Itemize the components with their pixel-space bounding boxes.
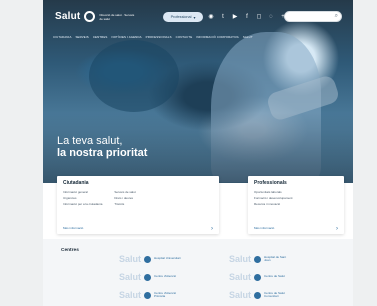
chevron-down-icon: ▾: [193, 15, 196, 20]
nav-item-contacte[interactable]: Contacte: [176, 35, 193, 39]
centre-mark-icon: [144, 255, 152, 263]
card-links: Informació general Serveis de salut Urgè…: [63, 190, 154, 206]
search-box[interactable]: ⌕: [284, 11, 342, 28]
centre-name: Centre de Salut: [264, 274, 285, 279]
card-link[interactable]: Recerca i innovació: [254, 202, 293, 206]
twitter-icon[interactable]: t: [219, 13, 227, 21]
card-title: Ciutadania: [63, 180, 89, 186]
centre-logo-text: Salut: [119, 254, 142, 264]
card-title: Professionals: [254, 180, 287, 186]
card-ciutadania: Ciutadania Informació general Serveis de…: [57, 176, 219, 234]
youtube-icon[interactable]: ▶: [231, 13, 239, 21]
card-link[interactable]: Oportunitats laborals: [254, 190, 293, 194]
centre-name: Centre d'Atenció: [154, 274, 177, 279]
centre-mark-icon: [144, 291, 152, 299]
nav-item-professionals[interactable]: Professionals: [146, 35, 172, 39]
centre-name: Centre de Salut Comunitari: [264, 290, 285, 298]
card-link[interactable]: Serveis de salut: [114, 190, 153, 194]
instagram-icon[interactable]: ◻: [255, 13, 263, 21]
nav-item-ciutadania[interactable]: Ciutadania: [53, 35, 72, 39]
centre-logo[interactable]: Salut Hospital Universitari: [119, 254, 182, 264]
nav-item-noticies[interactable]: Notícies i agenda: [111, 35, 141, 39]
centre-name: Hospital Universitari: [154, 256, 181, 261]
centre-mark-icon: [254, 255, 262, 263]
centre-logo[interactable]: Salut Centre d'Atenció: [119, 272, 182, 282]
nav-item-salut[interactable]: Salut: [243, 35, 253, 39]
card-link[interactable]: Drets i deures: [114, 196, 153, 200]
card-link[interactable]: Formació i desenvolupament: [254, 196, 293, 200]
more-info-link[interactable]: Més informació: [63, 226, 83, 230]
hero-heading: La teva salut, la nostra prioritat: [57, 135, 147, 159]
search-icon[interactable]: ⌕: [335, 13, 338, 20]
profile-switch-label: Professional: [170, 15, 192, 19]
hero-heading-line-1: La teva salut,: [57, 135, 123, 147]
centre-mark-icon: [254, 291, 262, 299]
centre-logo[interactable]: Salut Centre de Salut Comunitari: [229, 290, 292, 300]
more-info-link[interactable]: Més informació: [254, 226, 274, 230]
card-professionals: Professionals Oportunitats laborals Form…: [248, 176, 344, 234]
centre-logo-text: Salut: [229, 290, 252, 300]
search-input[interactable]: [288, 19, 336, 28]
main-navigation: Ciutadania Serveis Centres Notícies i ag…: [53, 31, 345, 42]
card-link[interactable]: Urgències: [63, 196, 102, 200]
centres-section: Centres Salut Hospital Universitari Salu…: [43, 239, 353, 306]
brand-subtitle: Direcció de salut · Serveis de salut: [99, 12, 135, 21]
centre-logo-text: Salut: [229, 272, 252, 282]
centre-name: Centre d'Atenció Primària: [154, 290, 177, 298]
centre-logo[interactable]: Salut Centre d'Atenció Primària: [119, 290, 182, 300]
nav-item-serveis[interactable]: Serveis: [76, 35, 89, 39]
arrow-right-icon[interactable]: ›: [336, 226, 338, 232]
arrow-right-icon[interactable]: ›: [211, 226, 213, 232]
info-cards: Ciutadania Informació general Serveis de…: [43, 176, 353, 246]
brand-name: Salut: [55, 11, 81, 22]
top-bar: Salut Direcció de salut · Serveis de sal…: [43, 0, 353, 32]
card-link[interactable]: Tràmits: [114, 202, 153, 206]
hero-banner: Salut Direcció de salut · Serveis de sal…: [43, 0, 353, 183]
brand-mark-icon: [84, 11, 96, 22]
centre-logo[interactable]: Salut Hospital de Sant Joan: [229, 254, 292, 264]
hero-illustration: [89, 40, 179, 112]
hero-heading-line-2: la nostra prioritat: [57, 147, 148, 159]
centre-logo[interactable]: Salut Centre de Salut: [229, 272, 292, 282]
centre-logo-text: Salut: [229, 254, 252, 264]
brand-logo[interactable]: Salut Direcció de salut · Serveis de sal…: [55, 11, 135, 22]
centre-mark-icon: [144, 273, 152, 281]
centres-title: Centres: [61, 248, 79, 253]
centre-logo-text: Salut: [119, 272, 142, 282]
social-icons: ◉ t ▶ f ◻ ◌ +: [207, 13, 287, 21]
browser-window: Salut Direcció de salut · Serveis de sal…: [43, 0, 353, 306]
accessibility-icon[interactable]: ◌: [267, 13, 275, 21]
nav-item-corporativa[interactable]: Informació corporativa: [196, 35, 239, 39]
centre-logo-text: Salut: [119, 290, 142, 300]
nav-item-centres[interactable]: Centres: [93, 35, 108, 39]
card-links: Oportunitats laborals Formació i desenvo…: [254, 190, 293, 206]
centre-mark-icon: [254, 273, 262, 281]
person-icon[interactable]: ◉: [207, 13, 215, 21]
card-link[interactable]: Informació per a la ciutadania: [63, 202, 102, 206]
page: Salut Direcció de salut · Serveis de sal…: [0, 0, 377, 306]
facebook-icon[interactable]: f: [243, 13, 251, 21]
profile-switch-button[interactable]: Professional ▾: [163, 12, 203, 22]
centre-name: Hospital de Sant Joan: [264, 254, 287, 262]
card-link[interactable]: Informació general: [63, 190, 102, 194]
